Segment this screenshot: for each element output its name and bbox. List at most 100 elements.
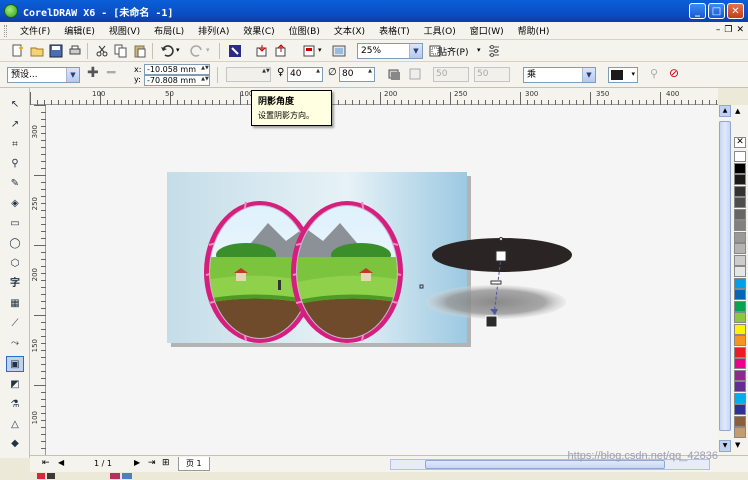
shadow-color-picker[interactable]: ▾ — [608, 67, 638, 83]
palette-swatch[interactable] — [734, 243, 746, 254]
palette-swatch[interactable] — [734, 335, 746, 346]
palette-swatch[interactable] — [734, 185, 746, 197]
x-offset-field[interactable]: -10.058 mm ▲▼ — [144, 64, 210, 75]
chevron-down-icon[interactable]: ▼ — [66, 68, 79, 82]
shadow-opacity-spinner[interactable]: ▲ — [314, 68, 322, 81]
snap-dropdown-icon[interactable]: ▾ — [477, 46, 481, 54]
menu-layout[interactable]: 布局(L) — [147, 24, 191, 37]
palette-swatch[interactable] — [734, 358, 746, 369]
smart-fill-tool-icon[interactable]: ◈ — [6, 196, 24, 212]
vertical-ruler[interactable]: 300 250 200 150 100 — [30, 105, 46, 455]
prev-page-icon[interactable]: ◀ — [58, 458, 64, 467]
clear-shadow-icon[interactable]: ⊘ — [669, 66, 679, 80]
chevron-down-icon[interactable]: ▼ — [582, 68, 595, 82]
no-color-swatch[interactable]: ✕ — [734, 137, 746, 148]
palette-swatch[interactable] — [734, 254, 746, 266]
first-page-icon[interactable]: ⇤ — [42, 458, 50, 468]
palette-swatch[interactable] — [734, 427, 746, 438]
fill-tool-icon[interactable]: ◆ — [6, 436, 24, 452]
eyedropper-tool-icon[interactable]: ⚗ — [6, 397, 24, 413]
shadow-preset-combo[interactable]: 预设... ▼ — [7, 67, 80, 83]
copy-shadow-icon[interactable]: ⚲ — [650, 67, 658, 80]
menu-tools[interactable]: 工具(O) — [417, 24, 463, 37]
palette-swatch[interactable] — [734, 300, 746, 312]
mdi-minimize-button[interactable]: – — [716, 25, 721, 35]
shadow-feather-field[interactable]: 80 ▲ — [339, 67, 375, 82]
crop-tool-icon[interactable]: ⌗ — [6, 137, 24, 153]
menu-bitmaps[interactable]: 位图(B) — [282, 24, 327, 37]
snap-to-button[interactable]: 贴齐(P) — [438, 45, 468, 58]
shadow-stretch-field[interactable]: 50 — [474, 67, 510, 82]
y-offset-field[interactable]: -70.808 mm ▲▼ — [144, 75, 210, 86]
ellipse-tool-icon[interactable]: ◯ — [6, 236, 24, 252]
minimize-button[interactable]: _ — [689, 3, 706, 19]
palette-swatch[interactable] — [734, 162, 746, 174]
menu-view[interactable]: 视图(V) — [102, 24, 147, 37]
scroll-thumb[interactable] — [719, 121, 731, 431]
page-tab[interactable]: 页 1 — [178, 457, 210, 471]
drawing-canvas[interactable] — [46, 105, 718, 455]
copy-icon[interactable] — [114, 44, 128, 58]
palette-swatch[interactable] — [734, 208, 746, 220]
mdi-close-button[interactable]: ✕ — [736, 25, 744, 35]
shadow-feather-spinner[interactable]: ▲ — [366, 68, 374, 81]
shadow-angle-field[interactable]: ▲▼ — [226, 67, 271, 82]
remove-preset-icon[interactable]: ━ — [107, 65, 115, 81]
shadow-opacity-field[interactable]: 40 ▲ — [287, 67, 323, 82]
outline-pen-tool-icon[interactable]: △ — [6, 417, 24, 433]
paste-icon[interactable] — [133, 44, 147, 58]
maximize-button[interactable]: □ — [708, 3, 725, 19]
menu-file[interactable]: 文件(F) — [13, 24, 57, 37]
horizontal-ruler[interactable]: 100 50 100 150 200 250 300 350 400 — [30, 88, 718, 105]
menu-edit[interactable]: 编辑(E) — [57, 24, 102, 37]
publish-pdf-icon[interactable] — [302, 44, 316, 58]
feather-edges-icon[interactable] — [408, 67, 422, 81]
add-preset-icon[interactable]: ✚ — [87, 65, 99, 81]
vertical-scrollbar[interactable]: ▲ ▼ — [718, 105, 732, 455]
print-icon[interactable] — [68, 44, 82, 58]
palette-scroll-down-icon[interactable]: ▼ — [735, 441, 740, 449]
shadow-fade-field[interactable]: 50 — [433, 67, 469, 82]
transparency-tool-icon[interactable]: ◩ — [6, 377, 24, 393]
chevron-down-icon[interactable]: ▾ — [631, 70, 635, 78]
last-page-icon[interactable]: ⇥ — [148, 458, 156, 468]
text-tool-icon[interactable]: 字 — [6, 276, 24, 292]
search-content-icon[interactable] — [228, 44, 242, 58]
menu-arrange[interactable]: 排列(A) — [191, 24, 236, 37]
application-launcher-icon[interactable] — [332, 44, 346, 58]
next-page-icon[interactable]: ▶ — [134, 458, 140, 467]
shadow-start-handle[interactable] — [495, 250, 507, 262]
zoom-level-combo[interactable]: 25% ▼ — [357, 43, 423, 59]
palette-scroll-up-icon[interactable]: ▲ — [735, 107, 740, 115]
scroll-up-button[interactable]: ▲ — [719, 105, 731, 117]
transparency-operation-combo[interactable]: 乘 ▼ — [523, 67, 596, 83]
chevron-down-icon[interactable]: ▼ — [409, 44, 422, 58]
table-tool-icon[interactable]: ▦ — [6, 296, 24, 312]
palette-swatch[interactable] — [734, 381, 746, 392]
close-button[interactable]: ✕ — [727, 3, 744, 19]
palette-swatch[interactable] — [734, 392, 746, 404]
pick-tool-icon[interactable]: ↖ — [6, 97, 24, 113]
palette-swatch[interactable] — [734, 346, 746, 358]
save-icon[interactable] — [49, 44, 63, 58]
palette-swatch[interactable] — [734, 197, 746, 208]
undo-dropdown-icon[interactable]: ▾ — [176, 46, 180, 54]
connector-tool-icon[interactable]: ⤳ — [6, 336, 24, 352]
zoom-tool-icon[interactable]: ⚲ — [6, 156, 24, 172]
menu-text[interactable]: 文本(X) — [327, 24, 372, 37]
menu-window[interactable]: 窗口(W) — [463, 24, 511, 37]
freehand-tool-icon[interactable]: ✎ — [6, 176, 24, 192]
palette-swatch[interactable] — [734, 404, 746, 415]
shadow-end-handle[interactable] — [485, 315, 498, 328]
scroll-down-button[interactable]: ▼ — [719, 440, 731, 452]
drop-shadow-tool-icon[interactable]: ▣ — [6, 356, 24, 372]
shadow-opacity-slider[interactable] — [490, 280, 502, 285]
palette-swatch[interactable] — [734, 369, 746, 381]
dimension-tool-icon[interactable]: ⟋ — [6, 316, 24, 332]
polygon-tool-icon[interactable]: ⬡ — [6, 256, 24, 272]
publish-dropdown-icon[interactable]: ▾ — [318, 46, 322, 54]
palette-swatch[interactable] — [734, 266, 746, 277]
shadow-angle-spinner[interactable]: ▲▼ — [262, 68, 270, 81]
mdi-restore-button[interactable]: ❐ — [724, 25, 732, 35]
redo-dropdown-icon[interactable]: ▾ — [206, 46, 210, 54]
